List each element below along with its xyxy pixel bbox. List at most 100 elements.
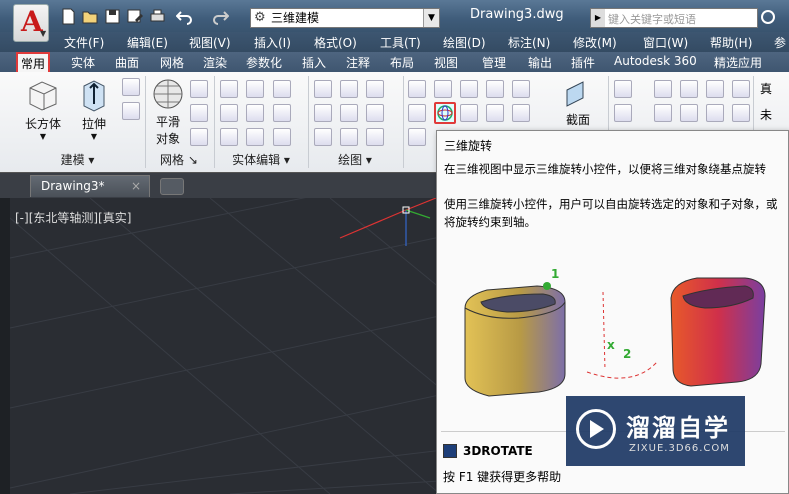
arc-icon[interactable] — [366, 80, 384, 98]
visual-style-label[interactable]: 真 — [760, 80, 772, 97]
ucs-face-icon[interactable] — [706, 104, 724, 122]
extract-edges-icon[interactable] — [273, 80, 291, 98]
layer-state-label[interactable]: 未 — [760, 106, 772, 123]
menu-insert[interactable]: 插入(I) — [254, 34, 291, 51]
presspull-icon[interactable] — [122, 102, 140, 120]
menu-view[interactable]: 视图(V) — [189, 34, 231, 51]
application-menu-button[interactable]: A ▼ — [13, 4, 49, 42]
redo-icon[interactable] — [212, 8, 230, 25]
ucs-object-icon[interactable] — [680, 104, 698, 122]
tab-parametric[interactable]: 参数化 — [246, 54, 282, 71]
mesh-crease-icon[interactable] — [190, 128, 208, 146]
file-tab-drawing3[interactable]: Drawing3* × — [30, 175, 150, 197]
mirror-icon[interactable] — [408, 104, 426, 122]
menu-help[interactable]: 帮助(H) — [710, 34, 752, 51]
separate-icon[interactable] — [273, 128, 291, 146]
menu-format[interactable]: 格式(O) — [314, 34, 357, 51]
saveas-icon[interactable] — [126, 8, 143, 25]
3d-rotate-button[interactable] — [434, 102, 456, 124]
ucs-3point-icon[interactable] — [732, 104, 750, 122]
trim-icon[interactable] — [512, 104, 530, 122]
panel-title-draw[interactable]: 绘图 ▾ — [310, 152, 400, 168]
tooltip-command-name: 3DROTATE — [463, 444, 533, 458]
intersect-icon[interactable] — [220, 128, 238, 146]
ellipse-icon[interactable] — [366, 128, 384, 146]
menu-window[interactable]: 窗口(W) — [643, 34, 688, 51]
subtract-icon[interactable] — [220, 104, 238, 122]
search-icon[interactable] — [761, 10, 775, 24]
ucs-y-icon[interactable] — [706, 80, 724, 98]
3d-align-icon[interactable] — [460, 80, 478, 98]
explode-icon[interactable] — [512, 80, 530, 98]
panel-title-solid-editing[interactable]: 实体编辑 ▾ — [216, 152, 306, 168]
tab-featured-apps[interactable]: 精选应用 — [714, 54, 762, 71]
close-icon[interactable]: × — [131, 176, 141, 196]
interfere-icon[interactable] — [246, 128, 264, 146]
tab-home[interactable]: 常用 — [16, 52, 51, 72]
mesh-reduce-icon[interactable] — [190, 104, 208, 122]
viewport-controls-label[interactable]: [-][东北等轴测][真实] — [15, 209, 131, 226]
search-input[interactable]: ▶ 键入关键字或短语 — [590, 8, 758, 28]
ucs-view-icon[interactable] — [654, 104, 672, 122]
panel-separator — [308, 76, 309, 168]
smooth-object-button[interactable]: 平滑 对象 — [150, 78, 186, 148]
menu-draw[interactable]: 绘图(D) — [443, 34, 486, 51]
ucs-world-icon[interactable] — [654, 80, 672, 98]
tab-view[interactable]: 视图 — [434, 54, 458, 71]
polysolid-icon[interactable] — [122, 78, 140, 96]
menu-edit[interactable]: 编辑(E) — [127, 34, 168, 51]
shell-icon[interactable] — [246, 80, 264, 98]
extrude-button[interactable]: 拉伸 ▼ — [76, 78, 112, 148]
tab-mesh[interactable]: 网格 — [160, 54, 184, 71]
construction-line-icon[interactable] — [340, 104, 358, 122]
polygon-icon[interactable] — [314, 128, 332, 146]
3d-move-icon[interactable] — [434, 80, 452, 98]
save-icon[interactable] — [104, 8, 121, 25]
print-icon[interactable] — [149, 8, 166, 25]
ucs-x-icon[interactable] — [680, 80, 698, 98]
tab-surface[interactable]: 曲面 — [115, 54, 139, 71]
scale-icon[interactable] — [486, 104, 504, 122]
panel-title-mesh[interactable]: 网格 ↘ — [148, 152, 210, 168]
match-properties-icon[interactable] — [408, 128, 426, 146]
rotate-icon[interactable] — [460, 104, 478, 122]
menu-dimension[interactable]: 标注(N) — [508, 34, 550, 51]
chevron-right-icon[interactable]: ▶ — [591, 9, 605, 27]
box-after-rotation — [670, 277, 766, 387]
line-icon[interactable] — [314, 80, 332, 98]
new-icon[interactable] — [60, 8, 77, 25]
tab-plugins[interactable]: 插件 — [571, 54, 595, 71]
ucs-icon[interactable] — [614, 80, 632, 98]
open-icon[interactable] — [82, 8, 99, 25]
polyline-icon[interactable] — [340, 80, 358, 98]
menu-tools[interactable]: 工具(T) — [380, 34, 421, 51]
offset-icon[interactable] — [408, 80, 426, 98]
menu-modify[interactable]: 修改(M) — [573, 34, 617, 51]
tab-output[interactable]: 输出 — [528, 54, 552, 71]
tab-render[interactable]: 渲染 — [203, 54, 227, 71]
box-button[interactable]: 长方体 ▼ — [22, 78, 64, 148]
menu-file[interactable]: 文件(F) — [64, 34, 104, 51]
union-icon[interactable] — [220, 80, 238, 98]
ucs-z-icon[interactable] — [732, 80, 750, 98]
new-tab-button[interactable] — [160, 178, 184, 195]
3d-array-icon[interactable] — [486, 80, 504, 98]
rectangle-icon[interactable] — [340, 128, 358, 146]
tab-annotate[interactable]: 注释 — [346, 54, 370, 71]
menu-param[interactable]: 参 — [774, 34, 786, 51]
tab-layout[interactable]: 布局 — [390, 54, 414, 71]
spline-icon[interactable] — [314, 104, 332, 122]
mesh-sphere-icon[interactable] — [190, 80, 208, 98]
tab-autodesk360[interactable]: Autodesk 360 — [614, 54, 697, 68]
extrude-faces-icon[interactable] — [273, 104, 291, 122]
undo-icon[interactable] — [175, 8, 193, 25]
tab-solid[interactable]: 实体 — [71, 54, 95, 71]
section-plane-button[interactable]: 截面 — [560, 78, 596, 138]
tab-insert[interactable]: 插入 — [302, 54, 326, 71]
panel-title-modeling[interactable]: 建模 ▾ — [15, 152, 140, 168]
workspace-dropdown[interactable]: ⚙ 三维建模 ▼ — [250, 8, 440, 28]
tab-manage[interactable]: 管理 — [482, 54, 506, 71]
slice-icon[interactable] — [246, 104, 264, 122]
ucs-origin-icon[interactable] — [614, 104, 632, 122]
circle-icon[interactable] — [366, 104, 384, 122]
